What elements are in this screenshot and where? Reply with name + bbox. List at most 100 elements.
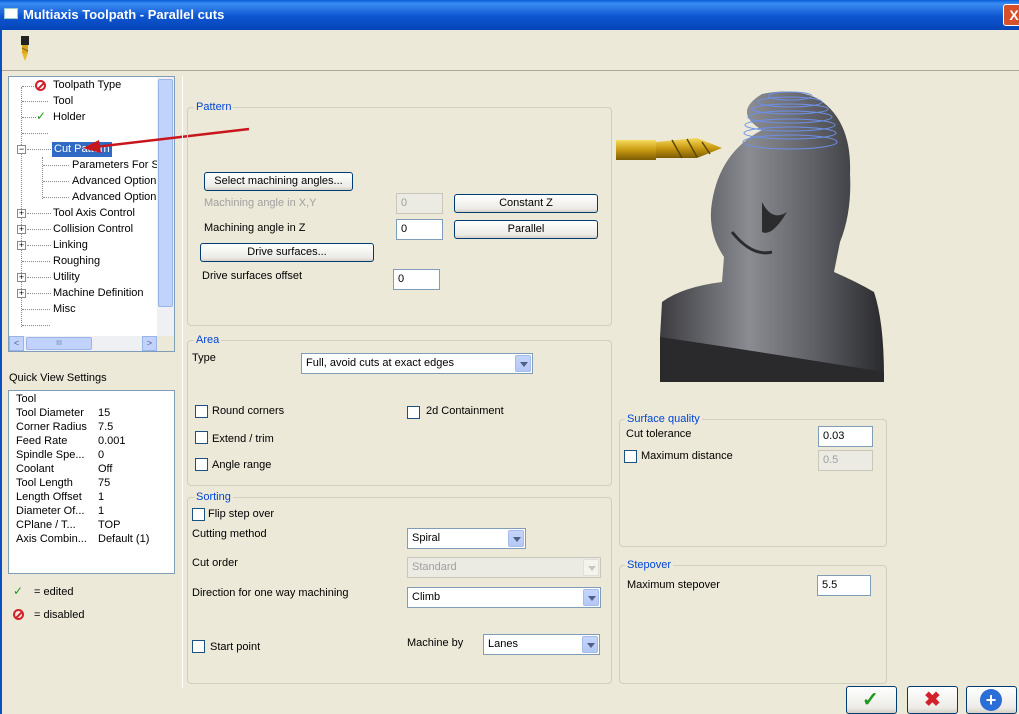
window-title: Multiaxis Toolpath - Parallel cuts xyxy=(23,7,225,22)
close-button[interactable]: X xyxy=(1003,4,1019,26)
expand-icon[interactable]: + xyxy=(17,289,26,298)
drive-surfaces-button[interactable]: Drive surfaces... xyxy=(200,243,374,262)
drive-offset-label: Drive surfaces offset xyxy=(202,270,303,282)
select-machining-angles-button[interactable]: Select machining angles... xyxy=(204,172,353,191)
chevron-down-icon[interactable] xyxy=(582,636,598,653)
tree-item-utility[interactable]: Utility xyxy=(53,270,80,285)
cancel-button[interactable]: ✖ xyxy=(907,686,958,714)
tree-item-collision-control[interactable]: Collision Control xyxy=(53,222,133,237)
window-border-left xyxy=(0,30,2,714)
collapse-icon[interactable]: − xyxy=(17,145,26,154)
extend-trim-checkbox[interactable] xyxy=(195,431,208,444)
constant-z-button[interactable]: Constant Z xyxy=(454,194,598,213)
scroll-grip: III xyxy=(56,340,62,347)
toolbar-separator xyxy=(2,70,1019,71)
tree-item-tool[interactable]: Tool xyxy=(53,94,73,109)
pattern-group-title: Pattern xyxy=(194,101,234,113)
chevron-down-icon[interactable] xyxy=(508,530,524,547)
qv-row: Coolant Off xyxy=(16,463,113,475)
max-distance-checkbox[interactable] xyxy=(624,450,637,463)
tree-item-tool-axis-control[interactable]: Tool Axis Control xyxy=(53,206,135,221)
tree-item-holder[interactable]: Holder xyxy=(53,110,85,125)
chevron-down-icon[interactable] xyxy=(515,355,531,372)
tree-vertical-scrollbar[interactable] xyxy=(157,77,174,336)
angle-xy-input[interactable]: 0 xyxy=(396,193,443,214)
scroll-right-button[interactable]: > xyxy=(142,336,157,351)
expand-icon[interactable]: + xyxy=(17,209,26,218)
area-type-label: Type xyxy=(192,352,216,364)
ok-button[interactable]: ✓ xyxy=(846,686,897,714)
cut-order-label: Cut order xyxy=(192,557,238,569)
scroll-thumb[interactable] xyxy=(158,79,173,307)
apply-button[interactable]: + xyxy=(966,686,1017,714)
expand-icon[interactable]: + xyxy=(17,225,26,234)
qv-row: Tool Diameter 15 xyxy=(16,407,111,419)
drive-offset-input[interactable]: 0 xyxy=(393,269,440,290)
quick-view-panel: Tool Tool Diameter 15 Corner Radius 7.5 Fe… xyxy=(8,390,175,574)
extend-trim-label: Extend / trim xyxy=(212,433,274,445)
cut-tolerance-input[interactable]: 0.03 xyxy=(818,426,873,447)
chevron-down-icon[interactable] xyxy=(583,559,599,576)
title-bar: Multiaxis Toolpath - Parallel cuts X xyxy=(0,0,1019,30)
round-corners-checkbox[interactable] xyxy=(195,405,208,418)
expand-icon[interactable]: + xyxy=(17,273,26,282)
surface-quality-title: Surface quality xyxy=(625,413,702,425)
window-icon xyxy=(4,8,18,19)
containment-2d-checkbox[interactable] xyxy=(407,406,420,419)
sorting-group-title: Sorting xyxy=(194,491,233,503)
check-icon: ✓ xyxy=(862,689,879,711)
pattern-group xyxy=(187,107,612,326)
angle-z-label: Machining angle in Z xyxy=(204,222,306,234)
max-distance-input[interactable]: 0.5 xyxy=(818,450,873,471)
qv-row: Tool xyxy=(16,393,37,405)
legend-edited: = edited xyxy=(34,586,74,598)
max-stepover-input[interactable]: 5.5 xyxy=(817,575,871,596)
scroll-left-button[interactable]: < xyxy=(9,336,24,351)
flip-step-checkbox[interactable] xyxy=(192,508,205,521)
qv-row: Corner Radius 7.5 xyxy=(16,421,114,433)
expand-icon[interactable]: + xyxy=(17,241,26,250)
qv-row: CPlane / T... TOP xyxy=(16,519,121,531)
qv-row: Length Offset 1 xyxy=(16,491,105,503)
chevron-down-icon[interactable] xyxy=(583,589,599,606)
angle-xy-label: Machining angle in X,Y xyxy=(204,197,317,209)
tree-item-roughing[interactable]: Roughing xyxy=(53,254,100,269)
start-point-checkbox[interactable] xyxy=(192,640,205,653)
toolbar-tool-icon[interactable] xyxy=(16,36,34,62)
check-icon: ✓ xyxy=(36,109,47,123)
tree-item-toolpath-type[interactable]: Toolpath Type xyxy=(53,78,121,93)
cut-order-select[interactable]: Standard xyxy=(407,557,601,578)
parameter-tree[interactable]: Toolpath Type Tool ✓ Holder − Cut Patter… xyxy=(8,76,175,352)
tree-item-advanced-options-2[interactable]: Advanced Option xyxy=(72,190,156,205)
machine-by-select[interactable]: Lanes xyxy=(483,634,600,655)
machine-by-label: Machine by xyxy=(407,637,464,649)
tree-item-parameters-for-surfaces[interactable]: Parameters For Su xyxy=(72,158,165,173)
area-type-select[interactable]: Full, avoid cuts at exact edges xyxy=(301,353,533,374)
check-icon: ✓ xyxy=(13,584,24,598)
cutting-method-label: Cutting method xyxy=(192,528,267,540)
qv-row: Diameter Of... 1 xyxy=(16,505,105,517)
plus-icon: + xyxy=(980,689,1002,711)
tree-item-machine-definition[interactable]: Machine Definition xyxy=(53,286,144,301)
cutting-method-select[interactable]: Spiral xyxy=(407,528,526,549)
flip-step-label: Flip step over xyxy=(208,508,275,520)
direction-select[interactable]: Climb xyxy=(407,587,601,608)
qv-row: Spindle Spe... 0 xyxy=(16,449,105,461)
tree-item-advanced-options-1[interactable]: Advanced Option xyxy=(72,174,156,189)
disabled-icon xyxy=(35,80,46,91)
disabled-icon xyxy=(13,609,24,620)
cut-tolerance-label: Cut tolerance xyxy=(626,428,692,440)
tree-item-misc[interactable]: Misc xyxy=(53,302,76,317)
scroll-thumb[interactable]: III xyxy=(26,337,92,350)
angle-range-checkbox[interactable] xyxy=(195,458,208,471)
quick-view-title: Quick View Settings xyxy=(9,372,107,384)
direction-label: Direction for one way machining xyxy=(192,587,349,599)
close-icon: ✖ xyxy=(924,689,941,711)
scroll-corner xyxy=(157,336,174,351)
tree-item-linking[interactable]: Linking xyxy=(53,238,88,253)
angle-z-input[interactable]: 0 xyxy=(396,219,443,240)
containment-2d-label: 2d Containment xyxy=(426,405,504,417)
start-point-label: Start point xyxy=(210,641,261,653)
tree-horizontal-scrollbar[interactable]: < III > xyxy=(9,336,157,351)
parallel-button[interactable]: Parallel xyxy=(454,220,598,239)
